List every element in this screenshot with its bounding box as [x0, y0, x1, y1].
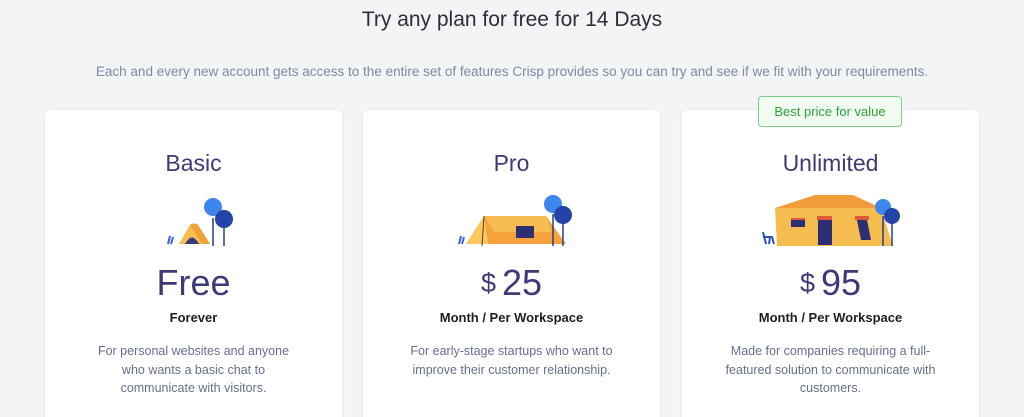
- plan-price: $95: [682, 262, 979, 304]
- plan-price: $25: [363, 262, 660, 304]
- plan-card-unlimited[interactable]: Unlimited $95 Month / Per Workspace Made…: [682, 110, 979, 417]
- cabin-icon: [682, 192, 979, 250]
- plan-price: Free: [45, 262, 342, 304]
- plan-description: Made for companies requiring a full-feat…: [725, 344, 936, 395]
- large-tent-icon: [363, 192, 660, 250]
- currency-symbol: $: [799, 268, 815, 298]
- best-value-badge: Best price for value: [758, 96, 902, 127]
- plan-card-basic[interactable]: Basic Free Forever For personal websites…: [45, 110, 342, 417]
- plan-period: Forever: [169, 310, 218, 325]
- plan-card-pro[interactable]: Pro $25 Month / Per Workspace For early-…: [363, 110, 660, 417]
- plan-period: Month / Per Workspace: [758, 310, 903, 325]
- small-tent-icon: [45, 192, 342, 250]
- page-subtitle: Each and every new account gets access t…: [95, 64, 929, 79]
- plan-price-value: 95: [820, 262, 862, 303]
- plan-price-value: Free: [156, 262, 231, 303]
- page-title: Try any plan for free for 14 Days: [361, 8, 663, 31]
- plan-period: Month / Per Workspace: [439, 310, 584, 325]
- plan-name: Basic: [165, 150, 222, 176]
- plan-name: Unlimited: [782, 150, 879, 176]
- currency-symbol: $: [480, 268, 496, 298]
- plan-description: For early-stage startups who want to imp…: [410, 344, 613, 377]
- plan-name: Pro: [493, 150, 530, 176]
- plan-price-value: 25: [501, 262, 543, 303]
- plan-description: For personal websites and anyone who wan…: [97, 344, 290, 395]
